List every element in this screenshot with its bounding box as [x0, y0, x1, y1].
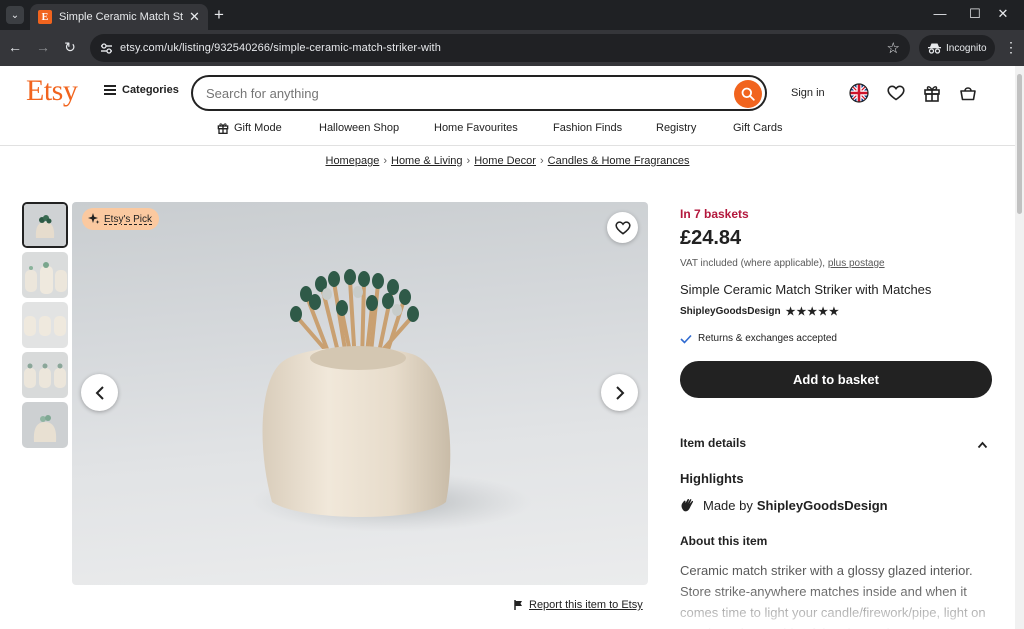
- breadcrumb-separator: ›: [466, 155, 471, 167]
- scrollbar-thumb[interactable]: [1017, 74, 1022, 214]
- highlights-heading: Highlights: [680, 471, 744, 486]
- favourite-button[interactable]: [607, 212, 638, 243]
- maximize-icon[interactable]: ☐: [965, 6, 985, 22]
- header-divider: [0, 145, 1015, 146]
- etsy-page: Etsy Categories Sign in: [0, 66, 1015, 629]
- chevron-left-icon: [95, 385, 104, 400]
- address-bar[interactable]: etsy.com/uk/listing/932540266/simple-cer…: [90, 34, 910, 62]
- window-close-icon[interactable]: ✕: [993, 6, 1013, 22]
- made-by-row: Made by ShipleyGoodsDesign: [680, 497, 888, 513]
- etsy-logo[interactable]: Etsy: [26, 74, 78, 108]
- forward-icon[interactable]: →: [34, 39, 52, 55]
- breadcrumb-home-living[interactable]: Home & Living: [391, 155, 463, 167]
- etsy-favicon-icon: E: [38, 10, 52, 24]
- browser-toolbar: ← → ↻ etsy.com/uk/listing/932540266/simp…: [0, 30, 1024, 66]
- search-bar: [191, 75, 767, 111]
- vat-note: VAT included (where applicable), plus po…: [680, 258, 885, 269]
- flag-icon: [514, 600, 522, 610]
- tab-search-icon[interactable]: ⌄: [6, 6, 24, 24]
- page-scrollbar[interactable]: [1015, 66, 1024, 629]
- categories-label: Categories: [122, 84, 179, 96]
- incognito-indicator[interactable]: Incognito: [919, 35, 995, 61]
- new-tab-icon[interactable]: +: [214, 5, 224, 25]
- thumbnail-5[interactable]: [22, 402, 68, 448]
- back-icon[interactable]: ←: [6, 39, 24, 55]
- thumbnail-2[interactable]: [22, 252, 68, 298]
- breadcrumb-separator: ›: [539, 155, 544, 167]
- description-fade: [680, 586, 1000, 629]
- main-product-image[interactable]: Etsy's Pick: [72, 202, 648, 585]
- item-details-toggle[interactable]: Item details: [680, 436, 990, 450]
- incognito-label: Incognito: [946, 42, 987, 54]
- browser-tab-bar: ⌄ E Simple Ceramic Match Striker W ✕ + —…: [0, 0, 1024, 30]
- heart-icon: [614, 220, 631, 235]
- breadcrumb-homepage[interactable]: Homepage: [326, 155, 380, 167]
- breadcrumb-home-decor[interactable]: Home Decor: [474, 155, 536, 167]
- hamburger-icon: [104, 85, 116, 95]
- report-label: Report this item to Etsy: [529, 599, 643, 611]
- subnav-fashion-finds[interactable]: Fashion Finds: [553, 122, 622, 134]
- uk-flag-icon[interactable]: [848, 82, 870, 104]
- tab-title: Simple Ceramic Match Striker W: [59, 11, 183, 23]
- subnav-registry[interactable]: Registry: [656, 122, 696, 134]
- next-image-button[interactable]: [601, 374, 638, 411]
- subnav-home-favourites[interactable]: Home Favourites: [434, 122, 518, 134]
- sparkle-icon: [88, 213, 100, 224]
- subnav-gift-cards[interactable]: Gift Cards: [733, 122, 783, 134]
- about-heading: About this item: [680, 534, 768, 548]
- product-title: Simple Ceramic Match Striker with Matche…: [680, 282, 932, 297]
- chevron-up-icon[interactable]: [977, 436, 988, 454]
- made-by-shop: ShipleyGoodsDesign: [756, 497, 888, 513]
- vat-text: VAT included (where applicable),: [680, 258, 826, 269]
- url-text: etsy.com/uk/listing/932540266/simple-cer…: [120, 42, 441, 54]
- search-input[interactable]: [206, 85, 706, 101]
- breadcrumb: Homepage › Home & Living › Home Decor › Candle…: [0, 155, 1015, 167]
- made-by-label: Made by: [703, 497, 753, 513]
- gift-icon[interactable]: [921, 82, 943, 104]
- etsys-pick-badge[interactable]: Etsy's Pick: [82, 208, 160, 230]
- sub-navigation: Gift Mode Halloween Shop Home Favourites…: [0, 120, 1015, 146]
- breadcrumb-candles[interactable]: Candles & Home Fragrances: [548, 155, 690, 167]
- hand-wave-icon: [681, 499, 694, 512]
- price: £24.84: [680, 227, 742, 249]
- breadcrumb-separator: ›: [383, 155, 387, 167]
- sign-in-link[interactable]: Sign in: [791, 87, 825, 99]
- favourites-heart-icon[interactable]: [885, 82, 907, 104]
- rating-stars: ★★★★★: [785, 306, 840, 318]
- match-striker-illustration: [252, 269, 532, 532]
- subnav-label: Gift Mode: [234, 122, 282, 134]
- browser-menu-icon[interactable]: ⋮: [1004, 39, 1018, 56]
- returns-label: Returns & exchanges accepted: [698, 333, 837, 344]
- gift-mode-icon: [217, 123, 229, 134]
- bookmark-star-icon[interactable]: ☆: [887, 39, 900, 57]
- basket-icon[interactable]: [957, 82, 979, 104]
- search-icon: [741, 87, 755, 101]
- badge-label: Etsy's Pick: [104, 213, 153, 225]
- categories-button[interactable]: Categories: [104, 84, 179, 96]
- plus-postage-link[interactable]: plus postage: [828, 258, 885, 269]
- reload-icon[interactable]: ↻: [61, 39, 79, 56]
- thumbnail-1[interactable]: [22, 202, 68, 248]
- incognito-icon: [928, 43, 941, 54]
- browser-tab[interactable]: E Simple Ceramic Match Striker W ✕: [30, 4, 208, 30]
- previous-image-button[interactable]: [81, 374, 118, 411]
- in-baskets-count: In 7 baskets: [680, 207, 749, 221]
- thumbnail-3[interactable]: [22, 302, 68, 348]
- chevron-right-icon: [615, 385, 624, 400]
- checkmark-icon: [680, 334, 692, 344]
- site-info-icon[interactable]: [98, 40, 114, 56]
- subnav-gift-mode[interactable]: Gift Mode: [217, 122, 282, 134]
- minimize-icon[interactable]: —: [930, 6, 950, 21]
- add-to-basket-button[interactable]: Add to basket: [680, 361, 992, 398]
- shop-name-link[interactable]: ShipleyGoodsDesign: [680, 306, 781, 317]
- search-button[interactable]: [734, 80, 762, 108]
- thumbnail-4[interactable]: [22, 352, 68, 398]
- subnav-halloween-shop[interactable]: Halloween Shop: [319, 122, 399, 134]
- tab-close-icon[interactable]: ✕: [189, 9, 200, 25]
- shop-row: ShipleyGoodsDesign ★★★★★: [680, 305, 840, 318]
- returns-note: Returns & exchanges accepted: [680, 333, 837, 344]
- report-item-link[interactable]: Report this item to Etsy: [514, 599, 643, 611]
